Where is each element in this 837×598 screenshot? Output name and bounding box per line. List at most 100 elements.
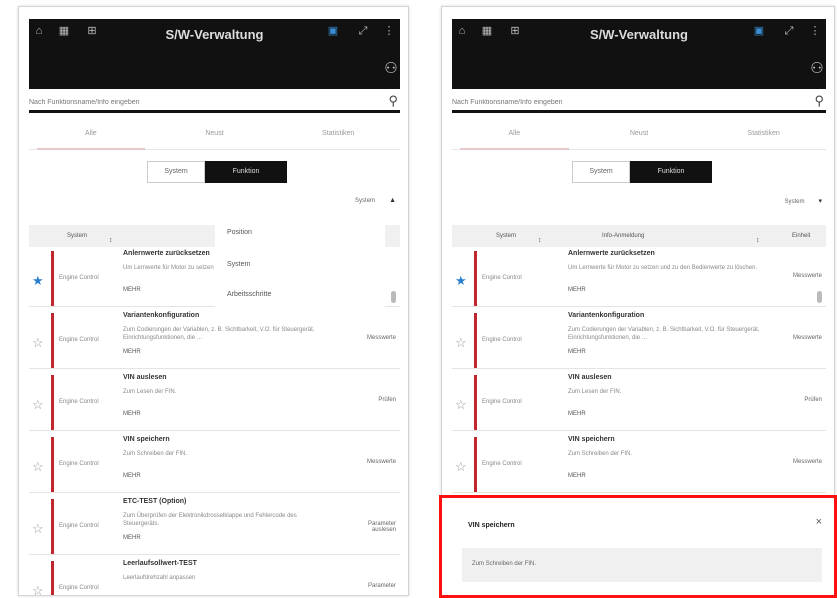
more-link[interactable]: MEHR [123, 473, 141, 479]
row-title: VIN auslesen [568, 374, 612, 381]
search-icon[interactable]: ⚲ [388, 93, 398, 109]
row-desc: Zum Lesen der FIN. [568, 389, 622, 395]
sort-asc-icon: ▲ [389, 197, 396, 204]
row-category: Messwerte [792, 459, 822, 465]
tab-bar: Alle Neust Statistiken [29, 122, 400, 150]
col-sort-icon[interactable]: ↕ [109, 237, 113, 244]
row-desc: Zum Schreiben der FIN. [123, 451, 188, 457]
row-category: Prüfen [804, 397, 822, 403]
star-empty-icon[interactable]: ☆ [455, 397, 467, 413]
table-row[interactable]: ★ Engine Control Anlernwerte zurücksetze… [452, 247, 826, 307]
star-empty-icon[interactable]: ☆ [32, 335, 44, 351]
row-title: ETC-TEST (Option) [123, 498, 187, 505]
row-desc: Zum Codierungen der Variablen, z. B. Sic… [123, 327, 315, 341]
detail-body: Zum Schreiben der FIN. [462, 548, 822, 582]
tab-neust[interactable]: Neust [577, 122, 702, 149]
sort-select[interactable]: System ▾ [752, 197, 822, 211]
row-category: Messwerte [366, 335, 396, 341]
sort-select-label: System [355, 198, 376, 204]
star-empty-icon[interactable]: ☆ [32, 397, 44, 413]
tab-neust[interactable]: Neust [153, 122, 277, 149]
more-link[interactable]: MEHR [123, 411, 141, 417]
search-icon[interactable]: ⚲ [814, 93, 824, 109]
table-row[interactable]: ☆ Engine Control ETC-TEST (Option) Zum Ü… [29, 495, 400, 555]
scroll-handle[interactable] [391, 291, 396, 303]
close-icon[interactable]: × [816, 516, 822, 528]
row-title: VIN auslesen [123, 374, 167, 381]
star-empty-icon[interactable]: ☆ [32, 583, 44, 595]
column-header: System ↕ Info-Anmeldung ↕ Einheit [452, 225, 826, 247]
more-link[interactable]: MEHR [123, 535, 141, 541]
tab-alle[interactable]: Alle [452, 122, 577, 150]
sort-select-label: System [784, 199, 805, 205]
menu-item-arbeitsschritte[interactable]: Arbeitsschritte [227, 291, 271, 298]
row-marker [474, 251, 477, 306]
menu-item-system[interactable]: System [227, 261, 250, 268]
segment-funktion[interactable]: Funktion [205, 161, 287, 183]
user-icon[interactable]: ⚇ [384, 61, 398, 76]
star-filled-icon[interactable]: ★ [32, 273, 44, 289]
row-marker [474, 375, 477, 430]
row-marker [51, 375, 54, 430]
table-row[interactable]: ☆ Engine Control VIN auslesen Zum Lesen … [29, 371, 400, 431]
col-system[interactable]: System [67, 233, 87, 239]
table-row[interactable]: ☆ Engine Control VIN auslesen Zum Lesen … [452, 371, 826, 431]
segment-system[interactable]: System [147, 161, 205, 183]
star-empty-icon[interactable]: ☆ [455, 459, 467, 475]
row-marker [51, 313, 54, 368]
scroll-handle[interactable] [817, 291, 822, 303]
table-row[interactable]: ☆ Engine Control Variantenkonfiguration … [452, 309, 826, 369]
star-empty-icon[interactable]: ☆ [32, 521, 44, 537]
col-info[interactable]: Info-Anmeldung [602, 233, 644, 239]
star-empty-icon[interactable]: ☆ [455, 335, 467, 351]
col-sort-icon[interactable]: ↕ [538, 237, 542, 244]
expand-icon[interactable]: ⤢ [782, 25, 796, 37]
row-title: Anlernwerte zurücksetzen [568, 250, 655, 257]
row-title: Variantenkonfiguration [568, 312, 645, 319]
sort-context-menu: Position System Arbeitsschritte [215, 221, 385, 309]
chat-icon[interactable]: ▣ [326, 25, 340, 37]
expand-icon[interactable]: ⤢ [356, 25, 370, 37]
more-link[interactable]: MEHR [568, 411, 586, 417]
more-link[interactable]: MEHR [123, 287, 141, 293]
more-link[interactable]: MEHR [568, 473, 586, 479]
segment-system[interactable]: System [572, 161, 630, 183]
more-link[interactable]: MEHR [123, 349, 141, 355]
col-system[interactable]: System [496, 233, 516, 239]
table-row[interactable]: ☆ Engine Control Variantenkonfiguration … [29, 309, 400, 369]
top-bar: ⌂ ▦ ⊞ S/W-Verwaltung ▣ ⤢ ⋮ ⚇ [29, 19, 400, 89]
segment-control: System Funktion [147, 161, 287, 183]
tab-alle[interactable]: Alle [29, 122, 153, 150]
row-category: Messwerte [792, 273, 822, 279]
row-category: Parameter [367, 583, 396, 589]
search-input[interactable] [29, 99, 345, 106]
table-row[interactable]: ☆ Engine Control VIN speichern Zum Schre… [29, 433, 400, 493]
row-title: Anlernwerte zurücksetzen [123, 250, 210, 257]
chat-icon[interactable]: ▣ [752, 25, 766, 37]
star-filled-icon[interactable]: ★ [455, 273, 467, 289]
menu-item-position[interactable]: Position [227, 229, 252, 236]
more-icon[interactable]: ⋮ [808, 25, 822, 37]
row-category: Messwerte [792, 335, 822, 341]
page-title: S/W-Verwaltung [590, 27, 688, 42]
row-type: Engine Control [59, 275, 99, 281]
table-row[interactable]: ☆ Engine Control VIN speichern Zum Schre… [452, 433, 826, 493]
row-desc: Zum Überprüfen der Elektronikdrosselklap… [123, 513, 297, 527]
search-input[interactable] [452, 99, 770, 106]
row-type: Engine Control [59, 585, 99, 591]
tab-statistiken[interactable]: Statistiken [701, 122, 826, 149]
segment-funktion[interactable]: Funktion [630, 161, 712, 183]
more-link[interactable]: MEHR [568, 349, 586, 355]
col-einheit[interactable]: Einheit [792, 233, 810, 239]
row-title: VIN speichern [123, 436, 170, 443]
more-link[interactable]: MEHR [568, 287, 586, 293]
detail-description: Zum Schreiben der FIN. [472, 561, 537, 567]
table-row[interactable]: ☆ Engine Control Leerlaufsollwert-TEST L… [29, 557, 400, 595]
tab-statistiken[interactable]: Statistiken [276, 122, 400, 149]
star-empty-icon[interactable]: ☆ [32, 459, 44, 475]
row-desc: Zum Lesen der FIN. [123, 389, 177, 395]
sort-select[interactable]: System ▲ [326, 197, 396, 211]
more-icon[interactable]: ⋮ [382, 25, 396, 37]
col-sort-icon[interactable]: ↕ [756, 237, 760, 244]
user-icon[interactable]: ⚇ [810, 61, 824, 76]
